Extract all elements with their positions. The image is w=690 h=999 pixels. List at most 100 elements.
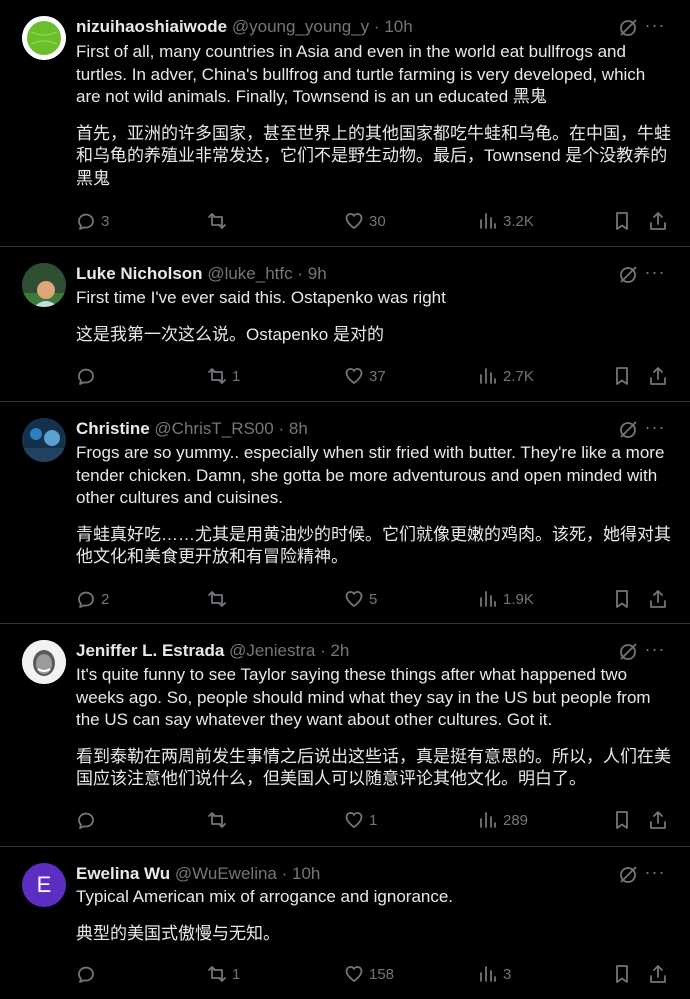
views-button[interactable]: 1.9K [478, 586, 534, 612]
grok-icon[interactable] [618, 420, 638, 440]
tweet-text: It's quite funny to see Taylor saying th… [76, 664, 672, 801]
timestamp[interactable]: 8h [289, 419, 308, 438]
like-count: 1 [369, 811, 378, 829]
display-name[interactable]: Jeniffer L. Estrada [76, 641, 224, 660]
like-count: 5 [369, 590, 378, 608]
share-icon [650, 590, 666, 608]
tweet[interactable]: Luke Nicholson @luke_htfc · 9h ··· First… [0, 247, 690, 402]
share-button[interactable] [648, 208, 668, 234]
display-name[interactable]: Christine [76, 419, 150, 438]
separator-dot: · [373, 17, 380, 36]
like-button[interactable]: 1 [344, 807, 377, 833]
repost-button[interactable] [207, 586, 232, 612]
avatar[interactable] [22, 263, 66, 307]
bookmark-button[interactable] [612, 961, 632, 987]
timestamp[interactable]: 9h [308, 264, 327, 283]
avatar[interactable] [22, 418, 66, 462]
heart-icon [345, 812, 363, 828]
like-count: 37 [369, 367, 386, 385]
repost-icon [208, 591, 226, 607]
avatar[interactable]: E [22, 863, 66, 907]
more-icon[interactable]: ··· [644, 417, 666, 437]
views-button[interactable]: 289 [478, 807, 528, 833]
like-button[interactable]: 30 [344, 208, 386, 234]
tweet-header: Christine @ChrisT_RS00 · 8h [76, 417, 610, 441]
repost-icon [208, 213, 226, 229]
display-name[interactable]: nizuihaoshiaiwode [76, 17, 227, 36]
timestamp[interactable]: 2h [330, 641, 349, 660]
reply-icon [78, 812, 94, 829]
tweet-text-cn: 看到泰勒在两周前发生事情之后说出这些话，真是挺有意思的。所以，人们在美国应该注意… [76, 746, 671, 789]
heart-icon [345, 966, 363, 982]
reply-count: 2 [101, 590, 110, 608]
grok-icon[interactable] [618, 18, 638, 38]
handle[interactable]: @ChrisT_RS00 [154, 419, 273, 438]
action-bar: 1 289 [76, 807, 672, 833]
bookmark-button[interactable] [612, 807, 632, 833]
share-button[interactable] [648, 961, 668, 987]
reply-icon [78, 213, 94, 230]
bookmark-button[interactable] [612, 586, 632, 612]
reply-button[interactable] [76, 961, 101, 987]
action-bar: 1 37 2.7K [76, 363, 672, 389]
handle[interactable]: @WuEwelina [175, 864, 277, 883]
display-name[interactable]: Luke Nicholson [76, 264, 203, 283]
handle[interactable]: @young_young_y [232, 17, 369, 36]
handle[interactable]: @luke_htfc [207, 264, 292, 283]
tweet-text-cn: 首先，亚洲的许多国家，甚至世界上的其他国家都吃牛蛙和乌龟。在中国，牛蛙和乌龟的养… [76, 123, 671, 188]
grok-icon[interactable] [618, 642, 638, 662]
like-button[interactable]: 158 [344, 961, 394, 987]
like-button[interactable]: 5 [344, 586, 377, 612]
tweet[interactable]: nizuihaoshiaiwode @young_young_y · 10h ·… [0, 0, 690, 247]
reply-count: 3 [101, 212, 110, 230]
repost-button[interactable]: 1 [207, 961, 240, 987]
repost-button[interactable] [207, 208, 232, 234]
more-icon[interactable]: ··· [644, 15, 666, 35]
reply-button[interactable]: 3 [76, 208, 109, 234]
share-button[interactable] [648, 363, 668, 389]
tweet[interactable]: E Ewelina Wu @WuEwelina · 10h ··· Typica… [0, 847, 690, 999]
reply-button[interactable]: 2 [76, 586, 109, 612]
views-icon [480, 966, 496, 982]
bookmark-button[interactable] [612, 208, 632, 234]
reply-button[interactable] [76, 807, 101, 833]
bookmark-icon [616, 590, 628, 608]
display-name[interactable]: Ewelina Wu [76, 864, 170, 883]
timestamp[interactable]: 10h [384, 17, 412, 36]
action-bar: 2 5 1.9K [76, 586, 672, 612]
views-button[interactable]: 3 [478, 961, 511, 987]
tweet[interactable]: Jeniffer L. Estrada @Jeniestra · 2h ··· … [0, 624, 690, 847]
view-count: 1.9K [503, 590, 534, 608]
tweet-text-en: First of all, many countries in Asia and… [76, 42, 646, 106]
more-icon[interactable]: ··· [644, 639, 666, 659]
reply-button[interactable] [76, 363, 101, 389]
repost-button[interactable]: 1 [207, 363, 240, 389]
tweet-text: First time I've ever said this. Ostapenk… [76, 287, 672, 356]
more-icon[interactable]: ··· [644, 262, 666, 282]
avatar[interactable] [22, 16, 66, 60]
share-button[interactable] [648, 807, 668, 833]
like-button[interactable]: 37 [344, 363, 386, 389]
share-button[interactable] [648, 586, 668, 612]
tweet-text: Frogs are so yummy.. especially when sti… [76, 442, 672, 579]
repost-icon [208, 812, 226, 828]
bookmark-icon [616, 811, 628, 829]
grok-icon[interactable] [618, 265, 638, 285]
avatar[interactable] [22, 640, 66, 684]
reply-icon [78, 591, 94, 608]
views-button[interactable]: 2.7K [478, 363, 534, 389]
tweet[interactable]: Christine @ChrisT_RS00 · 8h ··· Frogs ar… [0, 402, 690, 624]
heart-icon [345, 591, 363, 607]
handle[interactable]: @Jeniestra [229, 641, 315, 660]
more-icon[interactable]: ··· [644, 862, 666, 882]
heart-icon [345, 213, 363, 229]
bookmark-icon [616, 965, 628, 983]
timestamp[interactable]: 10h [292, 864, 320, 883]
bookmark-button[interactable] [612, 363, 632, 389]
views-button[interactable]: 3.2K [478, 208, 534, 234]
share-icon [650, 965, 666, 983]
grok-icon[interactable] [618, 865, 638, 885]
repost-button[interactable] [207, 807, 232, 833]
tweet-text-en: First time I've ever said this. Ostapenk… [76, 288, 446, 307]
tweet-text-cn: 典型的美国式傲慢与无知。 [76, 923, 280, 943]
